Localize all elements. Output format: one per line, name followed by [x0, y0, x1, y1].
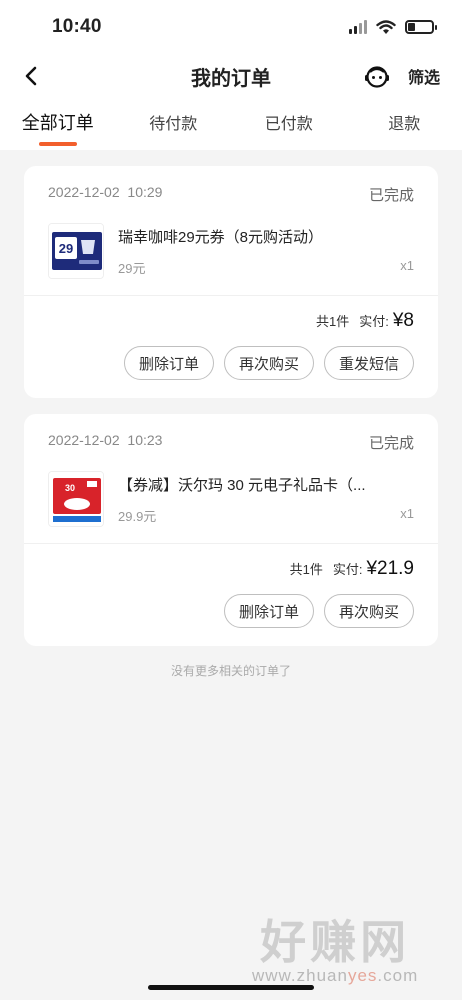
paid-label: 实付: [332, 562, 363, 577]
product-price: 29元 [118, 261, 146, 276]
order-card[interactable]: 2022-12-02 10:29 已完成 29 瑞幸咖啡29元券（8元购活动） [24, 166, 438, 398]
tab-all-orders[interactable]: 全部订单 [0, 98, 116, 150]
order-summary: 共1件 实付: ¥21.9 [24, 544, 438, 580]
order-time: 10:29 [127, 184, 163, 200]
product-quantity: x1 [400, 506, 414, 521]
buy-again-button[interactable]: 再次购买 [323, 594, 414, 628]
tab-label: 退款 [388, 116, 421, 133]
paid-amount: ¥8 [392, 310, 414, 331]
product-name: 【券减】沃尔玛 30 元电子礼品卡（... [118, 477, 366, 494]
site-watermark: 好赚网 www.zhuanyes.com [252, 918, 418, 986]
order-time: 10:23 [127, 432, 163, 448]
product-info: 瑞幸咖啡29元券（8元购活动） 29元 x1 [104, 223, 414, 295]
tab-label: 全部订单 [21, 113, 94, 133]
product-price-row: 29.9元 x1 [118, 506, 414, 525]
order-header: 2022-12-02 10:23 已完成 [24, 414, 438, 453]
order-summary: 共1件 实付: ¥8 [24, 296, 438, 332]
watermark-text: 好赚网 [260, 915, 411, 969]
filter-button[interactable]: 筛选 [408, 64, 440, 88]
back-arrow-icon [25, 66, 37, 86]
order-product[interactable]: 30 【券减】沃尔玛 30 元电子礼品卡（... 29.9元 x1 [24, 453, 438, 543]
wifi-icon [376, 19, 396, 34]
order-list: 2022-12-02 10:29 已完成 29 瑞幸咖啡29元券（8元购活动） [0, 150, 462, 679]
order-datetime: 2022-12-02 10:23 [48, 432, 162, 453]
item-count: 共1件 [289, 562, 323, 577]
product-thumbnail: 29 [48, 223, 104, 279]
back-button[interactable] [24, 66, 38, 86]
resend-sms-button[interactable]: 重发短信 [323, 346, 414, 380]
status-bar: 10:40 [0, 0, 462, 54]
paid-label: 实付: [359, 314, 389, 329]
header-area: 10:40 我的订单 筛选 全部订单 待付款 已付款 退款 [0, 0, 462, 150]
product-info: 【券减】沃尔玛 30 元电子礼品卡（... 29.9元 x1 [104, 471, 414, 543]
no-more-orders-text: 没有更多相关的订单了 [170, 664, 291, 678]
delete-order-button[interactable]: 删除订单 [223, 594, 314, 628]
item-count: 共1件 [316, 314, 350, 329]
status-icons [349, 19, 437, 35]
order-date: 2022-12-02 [48, 184, 120, 200]
customer-service-icon[interactable] [364, 64, 390, 88]
tab-pending-payment[interactable]: 待付款 [116, 98, 232, 150]
product-thumbnail: 30 [48, 471, 104, 527]
product-quantity: x1 [400, 258, 414, 273]
tab-paid[interactable]: 已付款 [231, 98, 347, 150]
delete-order-button[interactable]: 删除订单 [123, 346, 214, 380]
tab-label: 已付款 [264, 116, 313, 133]
thumb-value: 30 [65, 483, 75, 493]
buy-again-button[interactable]: 再次购买 [223, 346, 314, 380]
watermark-url: www.zhuanyes.com [252, 966, 419, 985]
order-product[interactable]: 29 瑞幸咖啡29元券（8元购活动） 29元 x1 [24, 205, 438, 295]
active-tab-indicator [38, 142, 77, 146]
thumb-value: 29 [59, 241, 73, 256]
home-indicator [148, 985, 314, 990]
order-date: 2022-12-02 [48, 432, 120, 448]
tab-refund[interactable]: 退款 [347, 98, 462, 150]
paid-amount: ¥21.9 [366, 558, 414, 579]
product-price: 29.9元 [118, 509, 157, 524]
product-price-row: 29元 x1 [118, 258, 414, 277]
nav-actions: 筛选 [364, 64, 440, 88]
nav-bar: 我的订单 筛选 [0, 54, 462, 98]
status-time: 10:40 [52, 16, 102, 37]
order-header: 2022-12-02 10:29 已完成 [24, 166, 438, 205]
order-status: 已完成 [368, 187, 414, 204]
product-name: 瑞幸咖啡29元券（8元购活动） [118, 229, 324, 246]
order-card[interactable]: 2022-12-02 10:23 已完成 30 【券减】沃尔玛 30 元电子礼品… [24, 414, 438, 646]
order-tabs: 全部订单 待付款 已付款 退款 [0, 98, 462, 150]
order-status: 已完成 [368, 435, 414, 452]
signal-icon [349, 20, 367, 34]
order-datetime: 2022-12-02 10:29 [48, 184, 162, 205]
order-actions: 删除订单 再次购买 [24, 580, 438, 646]
order-actions: 删除订单 再次购买 重发短信 [24, 332, 438, 398]
tab-label: 待付款 [149, 116, 198, 133]
battery-icon [405, 20, 437, 34]
